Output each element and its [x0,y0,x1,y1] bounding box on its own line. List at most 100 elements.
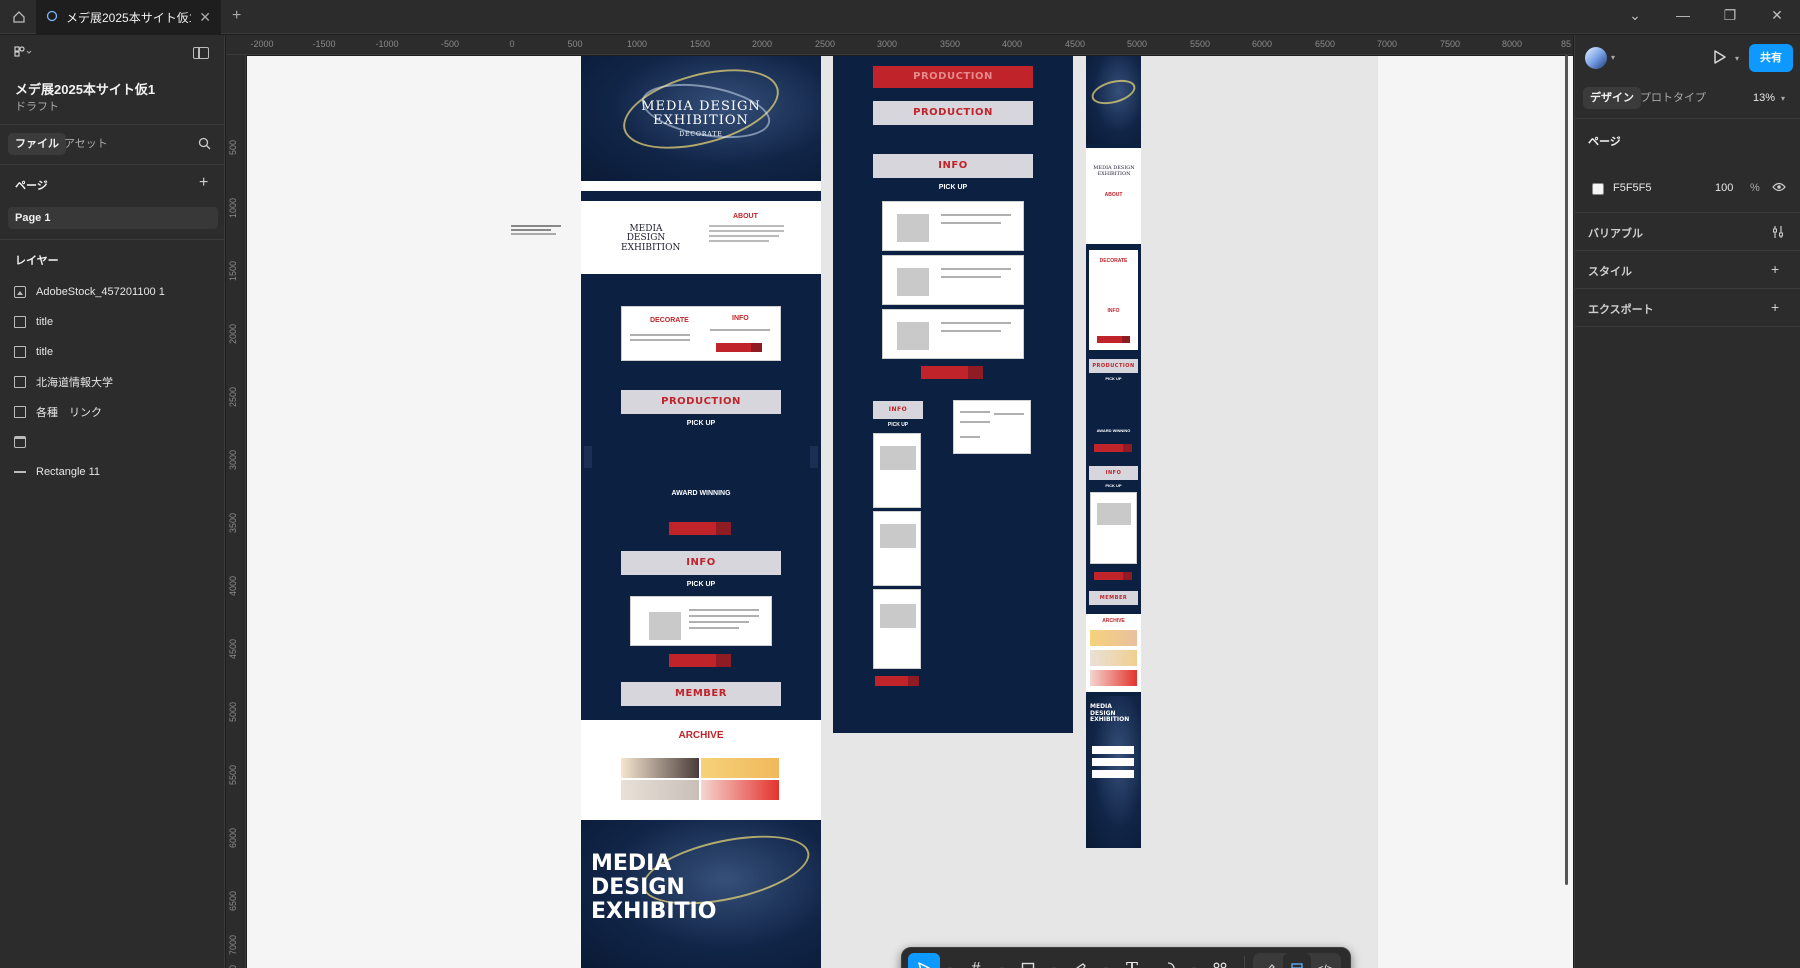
present-icon[interactable] [1713,49,1727,68]
close-window-icon[interactable]: ✕ [1767,7,1787,24]
footer-link[interactable] [1092,758,1134,766]
pickup-caption: PICK UP [887,422,909,428]
ruler-tick: 5000 [228,701,238,722]
search-icon[interactable] [198,137,211,153]
info-more-button[interactable] [669,654,731,667]
mobile-logo: MEDIA DESIGN EXHIBITION [1093,165,1135,177]
about-logo: MEDIA DESIGN EXHIBITION [621,224,681,253]
draw-mode-icon[interactable] [1255,953,1283,968]
mobile-member: MEMBER [1089,591,1138,605]
add-export-icon[interactable]: + [1771,300,1779,314]
layer-item[interactable]: 北海道情報大学 [14,372,113,392]
mobile-hero [1086,56,1141,144]
mobile-info-more-button[interactable] [1094,572,1132,580]
text-icon [14,376,26,388]
info-more-button[interactable] [875,676,919,686]
chevron-down-icon[interactable]: ▾ [1188,965,1200,968]
close-tab-icon[interactable]: ✕ [199,9,211,26]
layer-item[interactable]: Rectangle 11 [14,462,100,482]
archive-thumbnail[interactable] [1090,630,1137,646]
frame-tool-icon[interactable]: # [960,953,992,968]
dev-mode-icon[interactable]: </> [1311,953,1339,968]
figma-menu-icon[interactable] [14,46,34,63]
info-card[interactable] [882,255,1024,305]
add-page-icon[interactable]: + [199,175,208,191]
info-card-small[interactable] [873,589,921,669]
text-line [630,339,690,341]
archive-thumbnail[interactable] [621,758,699,778]
mobile-frame[interactable]: MEDIA DESIGN EXHIBITION ABOUT DECORATE I… [1086,56,1141,848]
avatar[interactable] [1585,47,1607,69]
chevron-down-icon[interactable]: ▾ [1781,94,1785,103]
comment-tool-icon[interactable] [1152,953,1184,968]
ruler-tick: 2500 [228,386,238,407]
mobile-more-button[interactable] [1097,336,1130,343]
text-tool-icon[interactable]: T [1116,953,1148,968]
canvas-text-block[interactable] [511,225,561,235]
layer-item[interactable]: AdobeStock_457201100 1 [14,282,165,302]
tab-assets[interactable]: アセット [57,133,115,155]
move-tool-icon[interactable] [908,953,940,968]
prev-arrow-icon[interactable] [584,446,592,468]
image-placeholder [880,446,916,470]
page-color-input[interactable]: F5F5F5 [1613,182,1652,194]
zoom-level[interactable]: 13% [1753,92,1775,104]
minimize-icon[interactable]: — [1673,7,1693,23]
detail-card[interactable] [953,400,1031,454]
archive-thumbnail[interactable] [701,780,779,800]
next-arrow-icon[interactable] [810,446,818,468]
info-more-button[interactable] [921,366,983,379]
chevron-down-icon[interactable]: ▾ [944,965,956,968]
mobile-award-button[interactable] [1094,444,1132,452]
info-card[interactable] [882,201,1024,251]
layer-name: 各種 リンク [36,407,102,419]
info-card-small[interactable] [873,511,921,586]
chevron-down-icon[interactable]: ▾ [1048,965,1060,968]
chevron-down-icon[interactable]: ▾ [1735,54,1739,63]
restore-icon[interactable]: ❐ [1720,7,1740,24]
layer-item[interactable]: 各種 リンク [14,402,102,422]
tablet-frame[interactable]: PRODUCTION PRODUCTION INFO PICK UP INFO … [833,56,1073,733]
more-button[interactable] [716,343,762,352]
actions-tool-icon[interactable] [1204,953,1236,968]
page-color-swatch[interactable] [1592,183,1604,195]
info-card[interactable] [882,309,1024,359]
share-button[interactable]: 共有 [1749,44,1793,72]
page-item[interactable]: Page 1 [8,207,218,229]
design-mode-icon[interactable] [1283,953,1311,968]
toggle-sidebar-icon[interactable] [193,47,209,59]
plus-icon[interactable]: + [232,7,241,25]
shape-tool-icon[interactable] [1012,953,1044,968]
mobile-decorate-card[interactable]: DECORATE INFO [1089,250,1138,350]
archive-thumbnail[interactable] [621,780,699,800]
canvas[interactable]: -2000 -1500 -1000 -500 0 500 1000 1500 2… [226,35,1573,968]
info-card-small[interactable] [873,433,921,508]
footer-link[interactable] [1092,746,1134,754]
layer-item[interactable]: title [14,312,53,332]
pen-tool-icon[interactable] [1064,953,1096,968]
desktop-frame[interactable]: MEDIA DESIGN EXHIBITION DECORATE MEDIA D… [581,56,821,968]
layer-item[interactable]: title [14,342,53,362]
award-button[interactable] [669,522,731,535]
chevron-down-icon[interactable]: ▾ [996,965,1008,968]
vertical-scrollbar[interactable] [1565,55,1568,885]
chevron-down-icon[interactable]: ⌄ [1625,7,1645,24]
eye-icon[interactable] [1772,181,1786,195]
info-card[interactable] [630,596,772,646]
archive-thumbnail[interactable] [1090,650,1137,666]
add-style-icon[interactable]: + [1771,262,1779,276]
home-icon[interactable] [6,4,32,30]
layer-item[interactable] [14,432,36,452]
variables-settings-icon[interactable] [1771,225,1785,241]
archive-thumbnail[interactable] [701,758,779,778]
archive-thumbnail[interactable] [1090,670,1137,686]
file-title[interactable]: メデ展2025本サイト仮1 [15,79,155,98]
chevron-down-icon[interactable]: ▾ [1611,53,1615,62]
mobile-info-card[interactable] [1090,492,1137,564]
page-opacity-input[interactable]: 100 [1715,182,1733,194]
footer-link[interactable] [1092,770,1134,778]
decorate-info-card[interactable]: DECORATE INFO [621,306,781,361]
chevron-down-icon[interactable]: ▾ [1100,965,1112,968]
tab-prototype[interactable]: プロトタイプ [1633,87,1713,109]
file-tab[interactable]: メデ展2025本サイト仮1 ✕ [36,0,221,34]
